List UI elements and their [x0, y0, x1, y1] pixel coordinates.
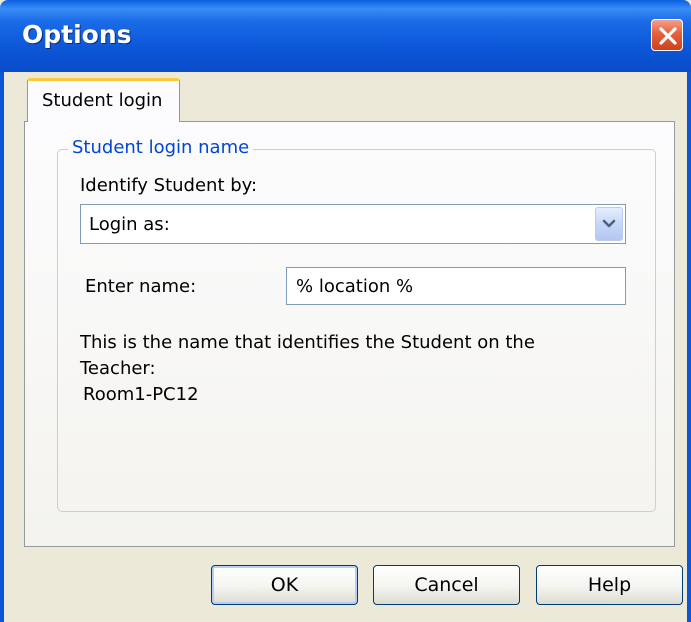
enter-name-label: Enter name:: [85, 276, 197, 297]
computed-student-name: Room1-PC12: [83, 384, 199, 405]
identify-student-label: Identify Student by:: [80, 175, 258, 196]
window-frame-left: [0, 72, 4, 622]
window-title: Options: [22, 20, 132, 49]
cancel-button[interactable]: Cancel: [373, 565, 520, 605]
tab-label: Student login: [42, 90, 163, 111]
options-dialog: Options Student login Student login name…: [0, 0, 691, 622]
help-button[interactable]: Help: [536, 565, 683, 605]
enter-name-value: % location %: [296, 276, 414, 297]
window-frame-right: [687, 72, 691, 622]
dropdown-selected-value: Login as:: [89, 214, 170, 235]
info-text-line1: This is the name that identifies the Stu…: [80, 332, 535, 353]
chevron-down-icon: [602, 219, 616, 228]
enter-name-input[interactable]: % location %: [286, 267, 626, 305]
tab-student-login[interactable]: Student login: [27, 78, 180, 122]
close-icon: [659, 27, 677, 45]
close-button[interactable]: [651, 19, 683, 51]
title-bar[interactable]: Options: [0, 0, 691, 72]
info-text-line2: Teacher:: [80, 358, 156, 379]
dropdown-button[interactable]: [595, 207, 623, 241]
identify-student-dropdown[interactable]: Login as:: [80, 204, 626, 244]
ok-button[interactable]: OK: [211, 565, 358, 605]
group-legend: Student login name: [68, 137, 254, 158]
